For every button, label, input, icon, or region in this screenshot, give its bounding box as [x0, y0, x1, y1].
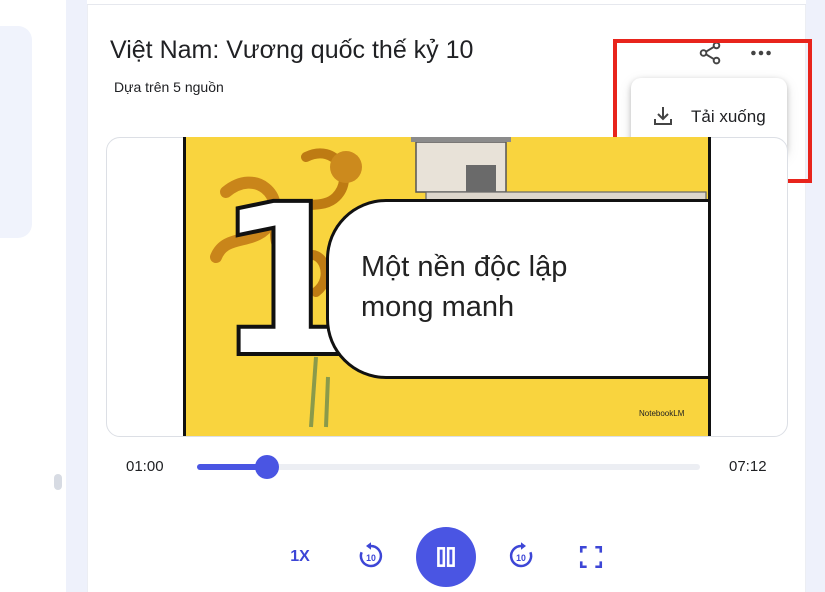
- left-scrollbar[interactable]: [54, 474, 62, 490]
- forward-10-icon: 10: [509, 542, 533, 568]
- progress-thumb[interactable]: [254, 455, 279, 479]
- pause-icon: [437, 547, 455, 567]
- slide-heading-line-1: Một nền độc lập: [361, 251, 568, 283]
- progress-track[interactable]: [197, 455, 700, 479]
- video-title: Việt Nam: Vương quốc thế kỷ 10: [110, 36, 474, 64]
- slide-heading-line-2: mong manh: [361, 291, 515, 323]
- sources-count: Dựa trên 5 nguồn: [114, 79, 224, 95]
- panel-divider: [87, 0, 806, 5]
- video-player[interactable]: 1 Một nền độc lập mong manh NotebookLM: [183, 137, 711, 436]
- playback-speed-button[interactable]: 1X: [282, 542, 318, 572]
- notebooklm-watermark: NotebookLM: [639, 409, 685, 418]
- replay-10-icon: 10: [359, 542, 383, 568]
- fullscreen-button[interactable]: [576, 542, 606, 572]
- pause-button[interactable]: [416, 527, 476, 587]
- forward-10-button[interactable]: 10: [505, 540, 537, 572]
- rewind-10-button[interactable]: 10: [355, 540, 387, 572]
- svg-text:10: 10: [516, 553, 526, 563]
- svg-text:10: 10: [366, 553, 376, 563]
- fullscreen-icon: [579, 545, 603, 569]
- left-sidebar-card: [0, 26, 32, 238]
- total-time: 07:12: [729, 458, 767, 475]
- slide-heading: Một nền độc lập mong manh: [361, 247, 567, 327]
- current-time: 01:00: [126, 458, 164, 475]
